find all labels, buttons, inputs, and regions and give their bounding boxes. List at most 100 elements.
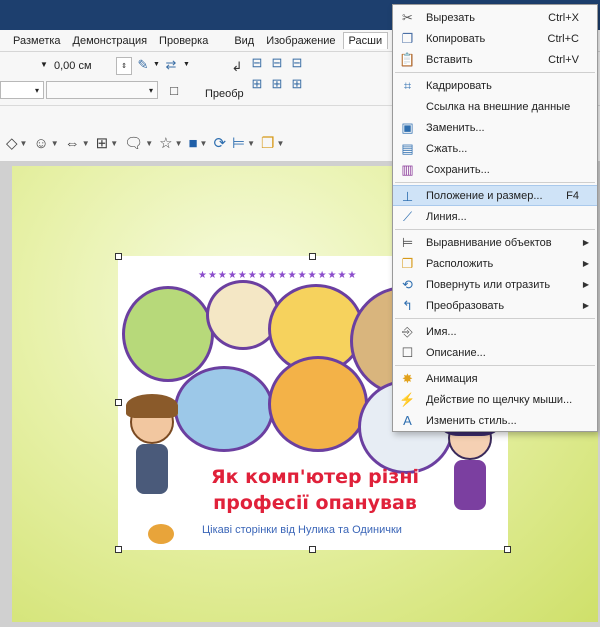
- align-bottom-icon[interactable]: ⊞: [288, 76, 306, 92]
- menu-slideshow[interactable]: Демонстрация: [68, 33, 153, 49]
- scene-bubble: [174, 366, 274, 452]
- context-menu: ✂ Вырезать Ctrl+X ❐ Копировать Ctrl+C 📋 …: [392, 4, 598, 432]
- smiley-shape-icon[interactable]: ☺: [33, 135, 48, 152]
- boy-hair: [126, 394, 178, 418]
- name-icon: ⎆: [402, 323, 413, 339]
- menu-item-name[interactable]: ⎆ Имя...: [393, 321, 597, 342]
- align-objects-icon[interactable]: ⊨: [232, 134, 245, 152]
- menu-view[interactable]: Вид: [229, 33, 259, 49]
- align-top-icon[interactable]: ⊞: [248, 76, 266, 92]
- menu-item-cut[interactable]: ✂ Вырезать Ctrl+X: [393, 7, 597, 28]
- 3d-object-icon[interactable]: ■: [188, 135, 197, 152]
- rotate-tool-icon[interactable]: ⟳: [213, 134, 226, 152]
- menu-item-label: Вставить: [426, 53, 473, 66]
- menu-separator: [395, 72, 595, 73]
- menu-item-edit-style[interactable]: A Изменить стиль...: [393, 410, 597, 431]
- dropdown-arrow-icon[interactable]: ▼: [40, 60, 48, 69]
- menu-item-label: Изменить стиль...: [426, 414, 517, 427]
- dropdown-arrow-icon[interactable]: ▼: [110, 139, 118, 148]
- crop-icon: ⌗: [403, 77, 412, 93]
- line-icon: ⟋: [402, 208, 413, 224]
- align-right-icon[interactable]: ⊟: [288, 55, 306, 71]
- align-middle-icon[interactable]: ⊞: [268, 76, 286, 92]
- resize-handle-middle-left[interactable]: [115, 399, 122, 406]
- spin-field[interactable]: ⇕: [116, 57, 132, 75]
- resize-handle-bottom-right[interactable]: [504, 546, 511, 553]
- menu-separator: [395, 229, 595, 230]
- arrange-objects-icon[interactable]: ❐: [261, 134, 274, 152]
- menu-item-convert[interactable]: ↰ Преобразовать ▶: [393, 295, 597, 316]
- convert-icon: ↰: [402, 297, 413, 313]
- size-field[interactable]: 0,00 см: [50, 57, 110, 75]
- menu-item-save[interactable]: ▥ Сохранить...: [393, 159, 597, 180]
- menu-item-copy[interactable]: ❐ Копировать Ctrl+C: [393, 28, 597, 49]
- position-size-icon: ⊥: [401, 188, 414, 204]
- line-color-icon[interactable]: ✎: [134, 56, 152, 74]
- menu-item-label: Кадрировать: [426, 79, 492, 92]
- menu-item-interaction[interactable]: ⚡ Действие по щелчку мыши...: [393, 389, 597, 410]
- book-title-line-1: Як комп'ютер різні: [211, 466, 419, 488]
- dropdown-arrow-icon[interactable]: ▼: [51, 139, 59, 148]
- compress-icon: ▤: [401, 140, 414, 156]
- menu-layout[interactable]: Разметка: [8, 33, 66, 49]
- resize-handle-bottom-center[interactable]: [309, 546, 316, 553]
- menu-item-external-link[interactable]: Ссылка на внешние данные: [393, 96, 597, 117]
- menu-item-replace[interactable]: ▣ Заменить...: [393, 117, 597, 138]
- dropdown-arrow-icon[interactable]: ▼: [200, 139, 208, 148]
- menu-item-animation[interactable]: ✸ Анимация: [393, 368, 597, 389]
- menu-item-align-objects[interactable]: ⊨ Выравнивание объектов ▶: [393, 232, 597, 253]
- menu-item-label: Линия...: [426, 210, 467, 223]
- dropdown-arrow-icon[interactable]: ▼: [247, 139, 255, 148]
- dropdown-arrow-icon[interactable]: ▼: [20, 139, 28, 148]
- transform-icon[interactable]: ↲: [228, 58, 246, 76]
- menu-item-label: Копировать: [426, 32, 486, 45]
- resize-handle-bottom-left[interactable]: [115, 546, 122, 553]
- align-left-icon[interactable]: ⊟: [248, 55, 266, 71]
- menu-item-line[interactable]: ⟋ Линия...: [393, 206, 597, 227]
- submenu-arrow-icon: ▶: [582, 301, 589, 310]
- style-select[interactable]: ▾: [0, 81, 44, 99]
- transform-label[interactable]: Преобр: [205, 88, 244, 100]
- shadow-toggle-icon[interactable]: □: [165, 81, 183, 99]
- menu-item-label: Выравнивание объектов: [426, 236, 552, 249]
- dropdown-arrow-icon[interactable]: ▼: [82, 139, 90, 148]
- menu-item-paste[interactable]: 📋 Вставить Ctrl+V: [393, 49, 597, 70]
- submenu-arrow-icon: ▶: [582, 259, 589, 268]
- menu-item-crop[interactable]: ⌗ Кадрировать: [393, 75, 597, 96]
- menu-image[interactable]: Изображение: [261, 33, 340, 49]
- menu-item-label: Заменить...: [426, 121, 485, 134]
- diamond-shape-icon[interactable]: ◇: [6, 134, 18, 152]
- dropdown-arrow-icon[interactable]: ▼: [277, 139, 285, 148]
- menu-item-position-size[interactable]: ⊥ Положение и размер... F4: [393, 185, 597, 206]
- resize-handle-top-left[interactable]: [115, 253, 122, 260]
- menu-item-label: Вырезать: [426, 11, 475, 24]
- menu-item-label: Повернуть или отразить: [426, 278, 551, 291]
- align-center-icon[interactable]: ⊟: [268, 55, 286, 71]
- menu-item-label: Сохранить...: [426, 163, 490, 176]
- dropdown-arrow-icon[interactable]: ▼: [153, 61, 160, 68]
- menu-review[interactable]: Проверка: [154, 33, 213, 49]
- area-select[interactable]: ▾: [46, 81, 158, 99]
- star-shape-icon[interactable]: ☆: [159, 134, 172, 152]
- rotate-icon: ⟲: [402, 276, 413, 292]
- menu-item-label: Анимация: [426, 372, 478, 385]
- dropdown-arrow-icon[interactable]: ▼: [145, 139, 153, 148]
- flowchart-icon[interactable]: ⊞: [96, 134, 109, 152]
- book-subtitle: Цікаві сторінки від Нулика та Одинички: [202, 524, 402, 536]
- menu-item-compress[interactable]: ▤ Сжать...: [393, 138, 597, 159]
- resize-handle-top-center[interactable]: [309, 253, 316, 260]
- arrow-style-icon[interactable]: ⇄: [162, 56, 180, 74]
- submenu-arrow-icon: ▶: [582, 238, 589, 247]
- menu-item-description[interactable]: ☐ Описание...: [393, 342, 597, 363]
- menu-item-label: Сжать...: [426, 142, 468, 155]
- paste-icon: 📋: [399, 51, 416, 67]
- menu-item-arrange[interactable]: ❐ Расположить ▶: [393, 253, 597, 274]
- boy-body: [136, 444, 168, 494]
- dropdown-arrow-icon[interactable]: ▼: [183, 61, 190, 68]
- menu-item-label: Имя...: [426, 325, 457, 338]
- block-arrow-icon[interactable]: ⇔: [65, 135, 80, 152]
- dropdown-arrow-icon[interactable]: ▼: [175, 139, 183, 148]
- menu-item-rotate-flip[interactable]: ⟲ Повернуть или отразить ▶: [393, 274, 597, 295]
- menu-extensions[interactable]: Расши: [342, 32, 389, 49]
- callout-icon[interactable]: 🗨: [124, 134, 143, 152]
